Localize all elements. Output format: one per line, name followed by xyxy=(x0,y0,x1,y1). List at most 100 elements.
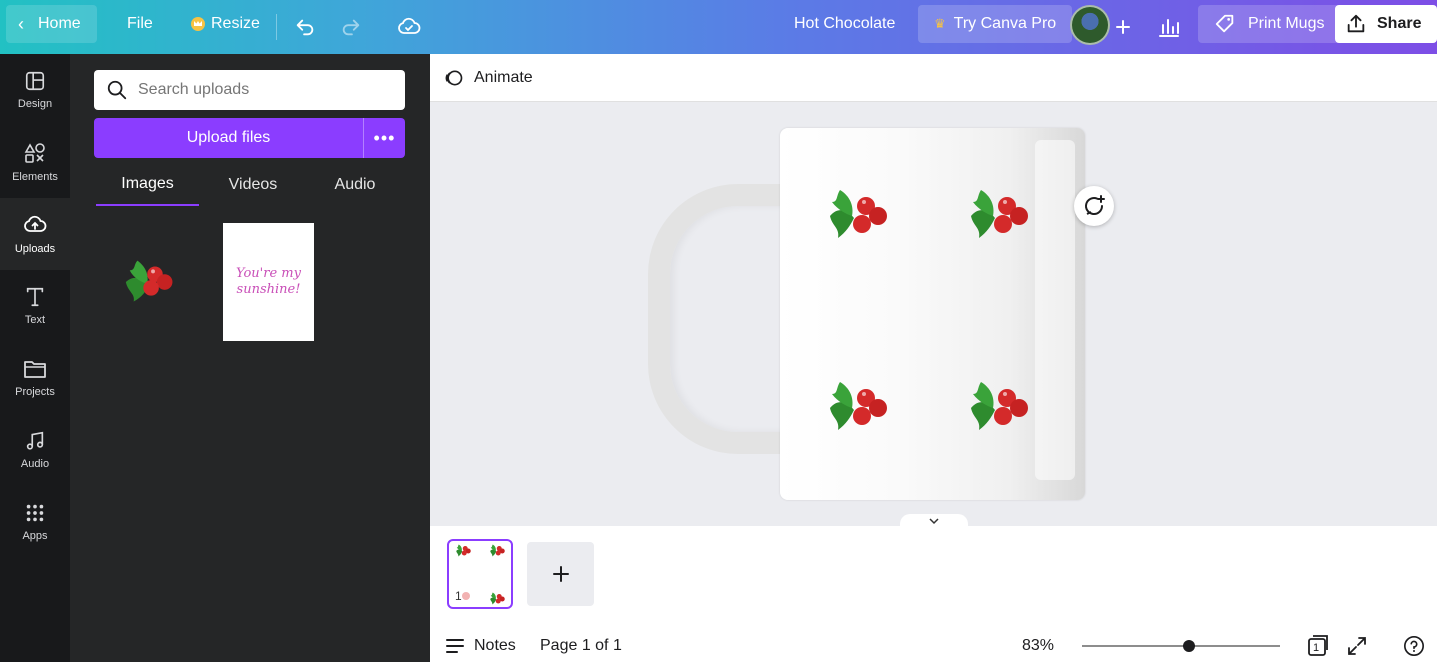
fullscreen-button[interactable] xyxy=(1345,634,1369,658)
uploads-panel: Upload files ••• Images Videos Audio You… xyxy=(70,54,430,662)
print-mugs-button[interactable]: Print Mugs xyxy=(1198,5,1341,43)
help-icon xyxy=(1404,636,1424,656)
crown-icon xyxy=(191,17,205,31)
plus-icon xyxy=(552,566,569,582)
holly-element[interactable] xyxy=(967,184,1037,248)
rail-item-projects[interactable]: Projects xyxy=(0,342,70,414)
berry-mini-icon xyxy=(462,592,470,600)
search-icon xyxy=(107,80,127,100)
upload-files-button[interactable]: Upload files xyxy=(94,118,364,158)
rail-label: Audio xyxy=(20,458,50,470)
tab-videos[interactable]: Videos xyxy=(206,164,300,206)
print-label: Print Mugs xyxy=(1248,15,1325,32)
home-button[interactable]: ‹ Home xyxy=(6,5,97,43)
context-toolbar: Animate xyxy=(430,54,1437,102)
rail-item-text[interactable]: Text xyxy=(0,270,70,342)
rail-item-apps[interactable]: Apps xyxy=(0,486,70,558)
notes-button[interactable]: Notes xyxy=(446,637,516,655)
tab-images[interactable]: Images xyxy=(96,164,199,206)
layout-icon xyxy=(25,71,45,91)
card-text: You're my sunshine! xyxy=(236,266,301,297)
notes-icon xyxy=(446,639,464,653)
rotate-plus-icon xyxy=(1085,195,1105,215)
search-box[interactable] xyxy=(94,70,405,110)
add-collaborator-button[interactable] xyxy=(1104,8,1142,46)
undo-button[interactable] xyxy=(286,8,324,46)
top-bar: ‹ Home File Resize Hot Chocolate ♛ Try C… xyxy=(0,0,1437,54)
holly-element[interactable] xyxy=(967,376,1037,440)
redo-icon xyxy=(342,19,360,36)
try-pro-button[interactable]: ♛ Try Canva Pro xyxy=(918,5,1073,43)
help-button[interactable] xyxy=(1402,634,1426,658)
rail-label: Design xyxy=(17,98,53,110)
resize-button[interactable]: Resize xyxy=(177,5,274,43)
divider xyxy=(276,14,277,40)
holly-mini-icon xyxy=(490,544,505,557)
notes-label: Notes xyxy=(474,637,516,654)
share-button[interactable]: Share xyxy=(1335,5,1437,43)
rail-item-audio[interactable]: Audio xyxy=(0,414,70,486)
file-menu-button[interactable]: File xyxy=(113,5,167,43)
side-rail: Design Elements Uploads Text Projects Au… xyxy=(0,54,70,662)
pages-panel: 1 Notes Page 1 of 1 83% 1 xyxy=(430,526,1437,662)
rotate-view-button[interactable] xyxy=(1074,186,1114,226)
undo-icon xyxy=(296,19,314,36)
page-grid-button[interactable]: 1 xyxy=(1306,634,1330,658)
animate-button[interactable]: Animate xyxy=(474,69,533,87)
share-label: Share xyxy=(1377,15,1422,32)
folder-icon xyxy=(24,361,46,378)
rail-label: Projects xyxy=(15,386,55,398)
home-label: Home xyxy=(38,15,81,32)
chevron-left-icon: ‹ xyxy=(18,13,24,34)
page-thumbnail[interactable]: 1 xyxy=(447,539,513,609)
try-pro-label: Try Canva Pro xyxy=(953,15,1057,32)
rail-label: Uploads xyxy=(14,243,56,255)
rail-item-uploads[interactable]: Uploads xyxy=(0,198,70,270)
page-count: Page 1 of 1 xyxy=(540,637,622,654)
crown-icon: ♛ xyxy=(934,16,946,31)
holly-mini-icon xyxy=(490,592,505,605)
holly-image-thumbnail[interactable] xyxy=(120,250,188,318)
more-options-button[interactable]: ••• xyxy=(364,118,405,158)
sunshine-image-thumbnail[interactable]: You're my sunshine! xyxy=(223,223,314,341)
bar-chart-icon xyxy=(1159,19,1179,37)
resize-label: Resize xyxy=(211,15,260,32)
cloud-check-icon xyxy=(398,17,421,34)
rail-label: Text xyxy=(24,314,46,326)
search-input[interactable] xyxy=(138,81,388,99)
save-status-button[interactable] xyxy=(390,8,428,46)
upload-group: Upload files ••• xyxy=(94,118,405,158)
footer-bar: Notes Page 1 of 1 83% 1 xyxy=(430,630,1437,662)
holly-element[interactable] xyxy=(826,376,896,440)
redo-button[interactable] xyxy=(332,8,370,46)
shapes-icon xyxy=(24,143,45,163)
rail-item-design[interactable]: Design xyxy=(0,54,70,126)
collapse-pages-button[interactable] xyxy=(900,514,968,526)
music-icon xyxy=(26,431,44,450)
share-icon xyxy=(1347,14,1365,33)
expand-icon xyxy=(1348,637,1366,655)
design-title[interactable]: Hot Chocolate xyxy=(780,5,909,43)
insights-button[interactable] xyxy=(1150,8,1188,46)
pages-badge: 1 xyxy=(1313,642,1320,654)
zoom-slider[interactable] xyxy=(1082,640,1280,652)
zoom-level[interactable]: 83% xyxy=(1022,637,1054,655)
grid-icon xyxy=(26,504,44,522)
rail-label: Elements xyxy=(12,171,58,183)
page-number: 1 xyxy=(455,589,462,603)
holly-mini-icon xyxy=(456,544,471,557)
rail-label: Apps xyxy=(22,530,48,542)
design-canvas[interactable] xyxy=(430,102,1437,526)
text-icon xyxy=(26,287,44,307)
plus-icon xyxy=(1116,20,1130,34)
cloud-upload-icon xyxy=(24,215,47,232)
zoom-slider-handle[interactable] xyxy=(1182,640,1195,652)
tag-icon xyxy=(1215,14,1234,33)
tab-audio[interactable]: Audio xyxy=(308,164,402,206)
chevron-down-icon xyxy=(929,518,939,525)
holly-element[interactable] xyxy=(826,184,896,248)
animate-icon xyxy=(445,70,463,85)
media-tabs: Images Videos Audio xyxy=(96,164,407,206)
add-page-button[interactable] xyxy=(527,542,594,606)
rail-item-elements[interactable]: Elements xyxy=(0,126,70,198)
